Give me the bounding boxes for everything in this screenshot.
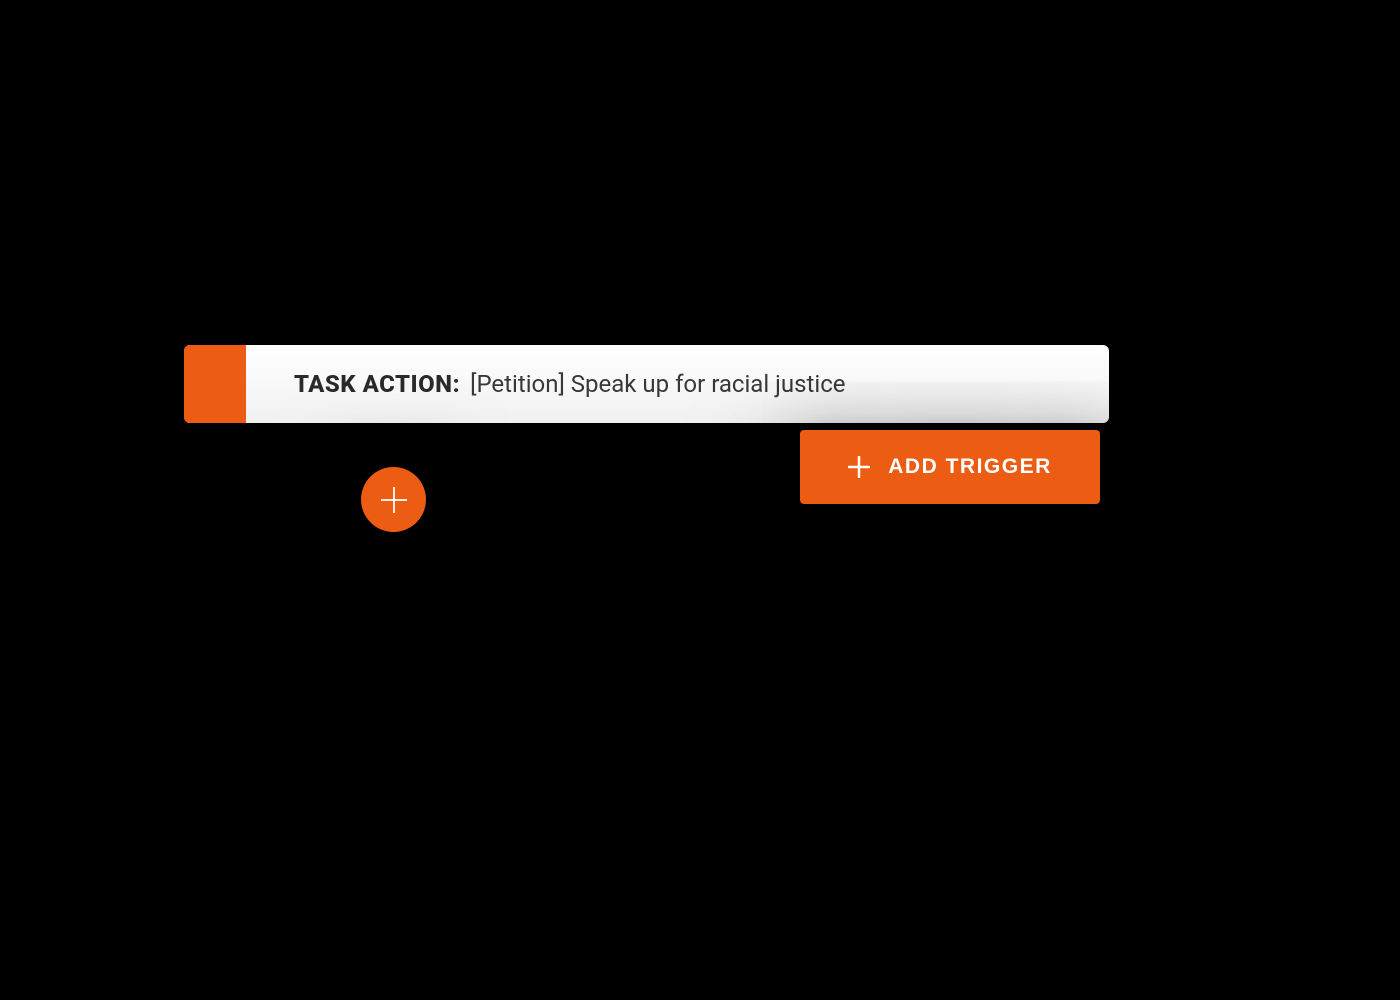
add-trigger-label: ADD TRIGGER — [888, 455, 1052, 479]
task-color-indicator — [184, 345, 246, 423]
plus-icon — [848, 456, 870, 478]
task-action-card[interactable]: TASK ACTION: [Petition] Speak up for rac… — [184, 345, 1109, 423]
add-node-button[interactable] — [361, 467, 426, 532]
task-value: [Petition] Speak up for racial justice — [470, 370, 845, 398]
add-trigger-button[interactable]: ADD TRIGGER — [800, 430, 1100, 504]
task-content: TASK ACTION: [Petition] Speak up for rac… — [246, 370, 846, 398]
plus-icon — [378, 484, 410, 516]
task-label: TASK ACTION: — [294, 370, 460, 398]
